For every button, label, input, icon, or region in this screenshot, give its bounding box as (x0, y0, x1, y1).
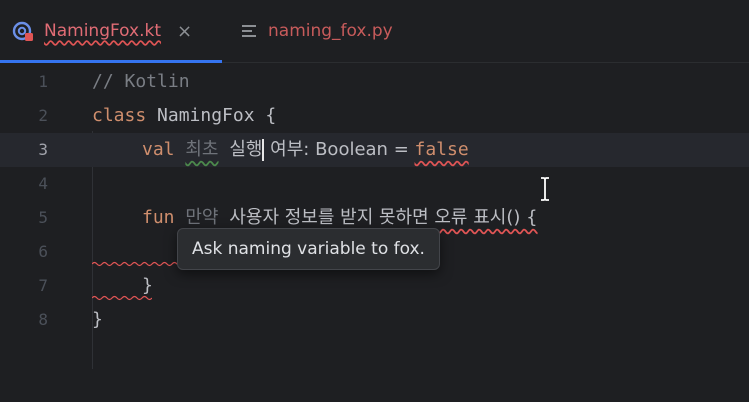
keyword: class (92, 105, 147, 126)
error-squiggle (92, 295, 152, 301)
line-number: 7 (38, 276, 48, 295)
boolean-value: false (414, 139, 469, 160)
tab-label: naming_fox.py (268, 21, 393, 41)
code-line[interactable]: 1 // Kotlin (0, 65, 749, 99)
text-file-icon (242, 25, 256, 37)
identifier-rest: 여부: Boolean = (264, 139, 415, 160)
tab-naming-fox-py[interactable]: naming_fox.py (240, 0, 440, 62)
kotlin-file-icon (12, 21, 33, 41)
tab-namingfox-kt[interactable]: NamingFox.kt × (0, 0, 222, 63)
code-line[interactable]: 2 class NamingFox { (0, 99, 749, 133)
identifier-part: 실행 (229, 139, 263, 160)
line-number: 2 (38, 106, 48, 125)
ibeam-cursor-icon (541, 177, 549, 201)
code-line[interactable]: 4 (0, 167, 749, 201)
keyword: fun (142, 207, 175, 228)
line-number: 5 (38, 208, 48, 227)
code-line[interactable]: 8 } (0, 303, 749, 337)
function-signature: 사용자 정보를 받지 못하면 오류 표시() { (229, 207, 538, 228)
closing-brace: } (92, 309, 103, 330)
line-number: 4 (38, 174, 48, 193)
code-text: val 최초 실행 여부: Boolean = false (142, 133, 469, 167)
line-number: 8 (38, 310, 48, 329)
code-line[interactable]: 7 } (0, 269, 749, 303)
code-text: class NamingFox { (92, 99, 276, 133)
close-icon[interactable]: × (177, 21, 192, 42)
keyword: val (142, 139, 175, 160)
editor-tab-bar: NamingFox.kt × naming_fox.py (0, 0, 749, 63)
line-number: 3 (38, 140, 48, 159)
tooltip-popup: Ask naming variable to fox. (177, 228, 440, 270)
line-number: 1 (38, 72, 48, 91)
code-line-current[interactable]: 3 val 최초 실행 여부: Boolean = false (0, 133, 749, 167)
code-comment: // Kotlin (92, 71, 190, 92)
unused-word: 최초 (185, 139, 219, 160)
unused-word: 만약 (185, 207, 219, 228)
line-number: 6 (38, 242, 48, 261)
error-squiggle (92, 261, 182, 267)
tab-label: NamingFox.kt (44, 21, 162, 41)
class-declaration: NamingFox { (146, 105, 277, 126)
